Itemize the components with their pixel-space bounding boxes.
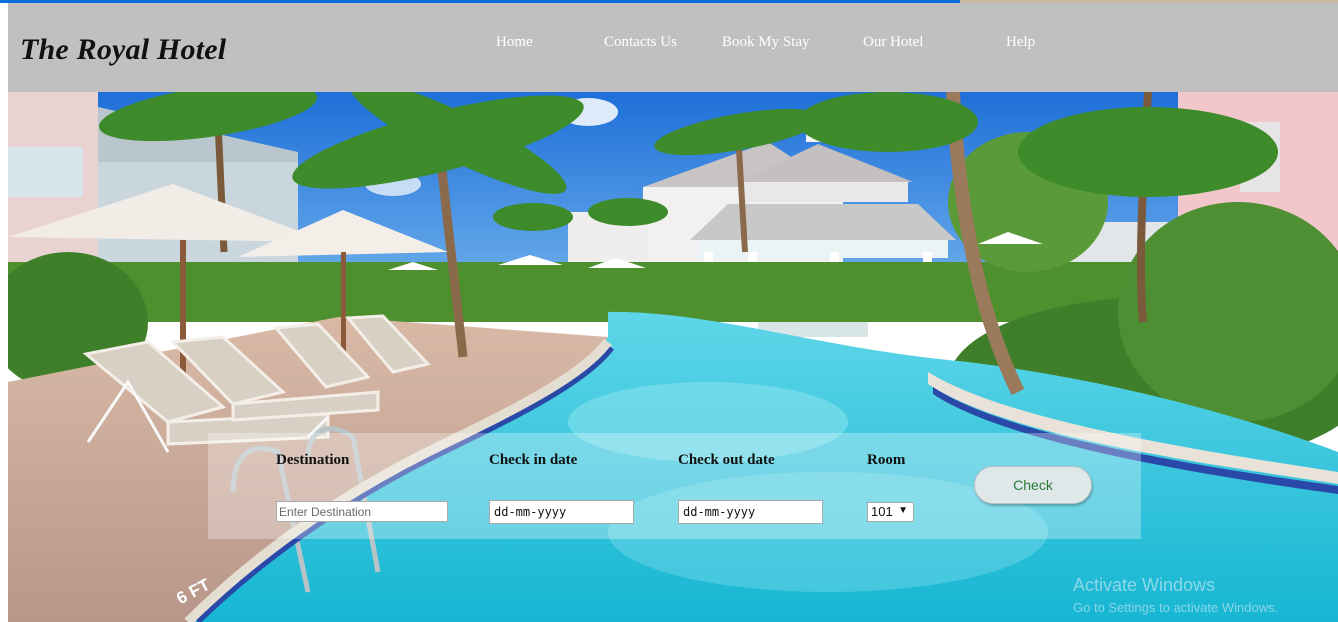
search-panel: Destination Check in date dd-mm-yyyy Che… <box>208 433 1141 539</box>
destination-input[interactable] <box>276 501 448 522</box>
site-logo[interactable]: The Royal Hotel <box>20 33 226 67</box>
room-label: Room <box>867 452 906 468</box>
resort-pool-illustration <box>8 92 1338 622</box>
nav-book-my-stay[interactable]: Book My Stay <box>722 34 810 51</box>
site-header: The Royal Hotel Home Contacts Us Book My… <box>8 3 1338 92</box>
checkin-label: Check in date <box>489 452 578 468</box>
checkout-date-input[interactable]: dd-mm-yyyy <box>678 500 823 524</box>
checkin-date-input[interactable]: dd-mm-yyyy <box>489 500 634 524</box>
room-select[interactable]: 101 ▼ <box>867 502 914 522</box>
destination-label: Destination <box>276 452 350 468</box>
hero-image: 6 FT <box>8 92 1338 622</box>
chevron-down-icon: ▼ <box>898 505 908 516</box>
nav-our-hotel[interactable]: Our Hotel <box>863 34 923 51</box>
room-select-value: 101 <box>871 504 893 519</box>
nav-home[interactable]: Home <box>496 34 533 51</box>
activate-windows-subtitle: Go to Settings to activate Windows. <box>1073 600 1279 615</box>
checkout-label: Check out date <box>678 452 775 468</box>
check-button[interactable]: Check <box>974 466 1092 504</box>
nav-contacts-us[interactable]: Contacts Us <box>604 34 677 51</box>
activate-windows-title: Activate Windows <box>1073 575 1216 595</box>
nav-help[interactable]: Help <box>1006 34 1035 51</box>
